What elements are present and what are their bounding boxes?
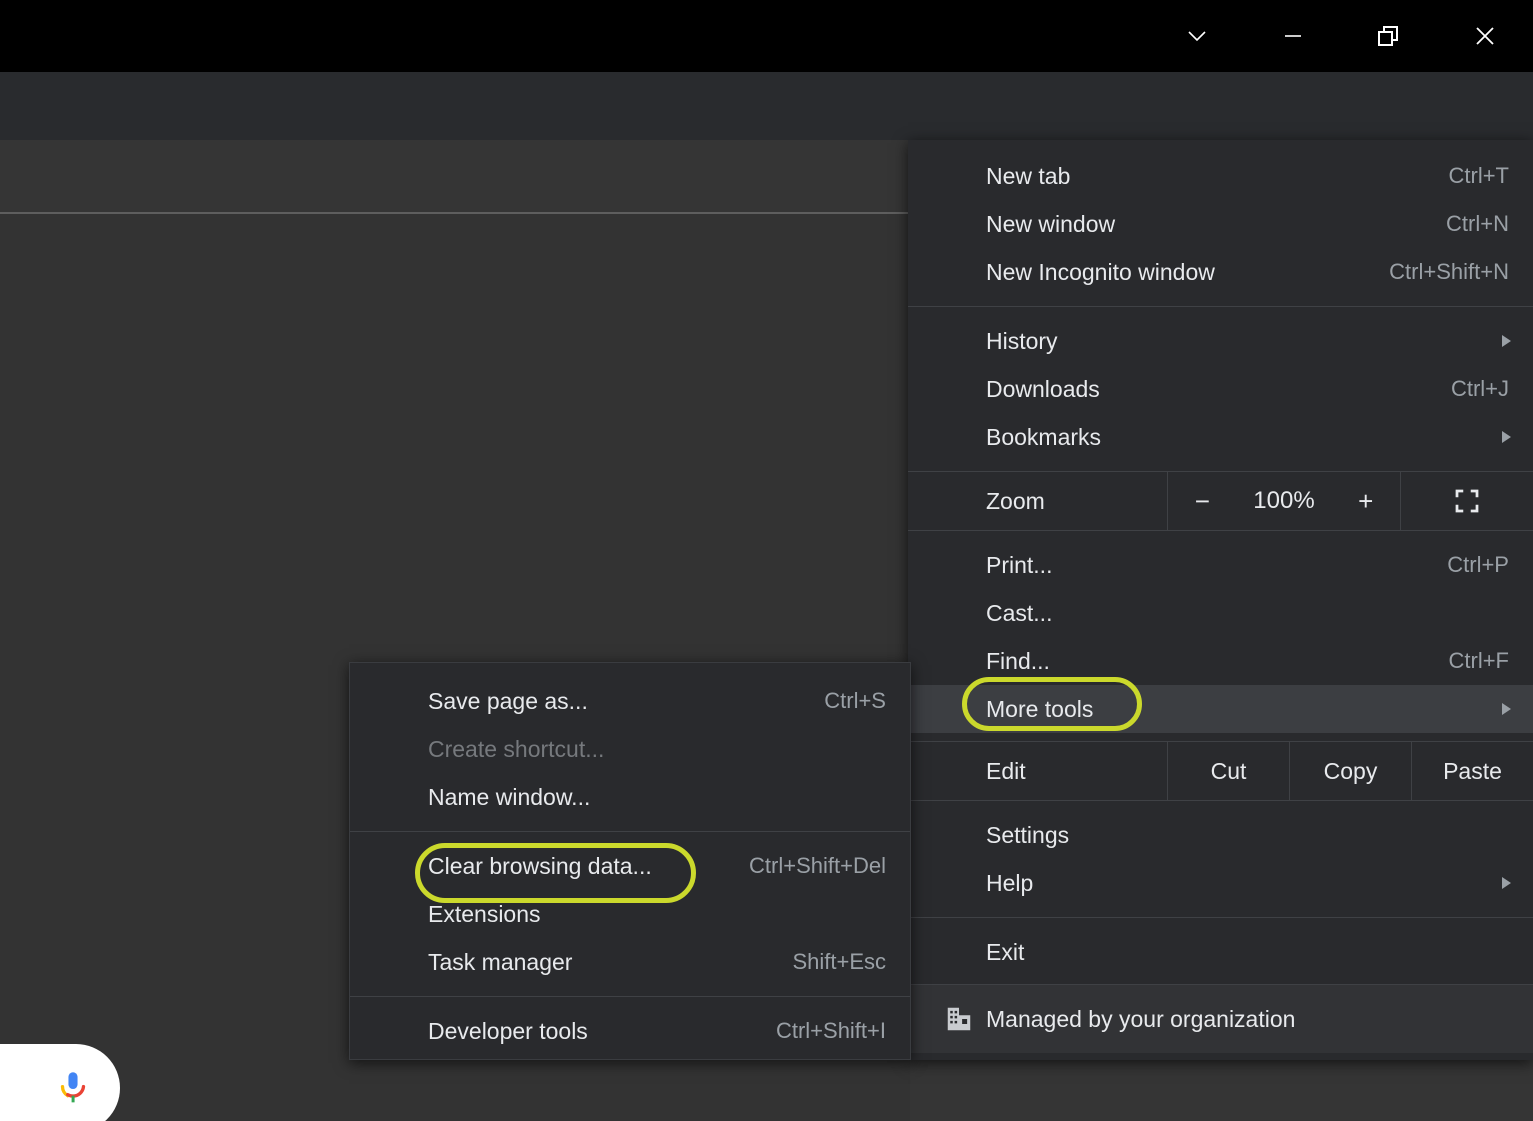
- menu-separator: [350, 996, 910, 997]
- menu-accel: Ctrl+F: [1448, 648, 1510, 673]
- edit-label: Edit: [908, 742, 1168, 800]
- chevron-right-icon: [1502, 703, 1511, 715]
- menu-separator: [350, 831, 910, 832]
- menu-item-help[interactable]: Help: [908, 859, 1533, 907]
- menu-label: Developer tools: [428, 1017, 588, 1044]
- menu-label: More tools: [986, 695, 1094, 722]
- edit-paste-button[interactable]: Paste: [1412, 742, 1533, 800]
- more-tools-submenu: Save page as... Ctrl+S Create shortcut..…: [349, 662, 911, 1060]
- menu-label: New tab: [986, 162, 1071, 189]
- voice-search-button[interactable]: [0, 1044, 120, 1121]
- menu-accel: Ctrl+T: [1448, 163, 1510, 188]
- menu-accel: Ctrl+N: [1446, 211, 1509, 236]
- menu-label: Name window...: [428, 783, 591, 810]
- menu-row-zoom: Zoom − 100% +: [908, 471, 1533, 531]
- menu-accel: Ctrl+Shift+N: [1389, 259, 1509, 284]
- menu-label: Exit: [986, 938, 1025, 965]
- submenu-item-create-shortcut: Create shortcut...: [350, 725, 910, 773]
- menu-label: Cast...: [986, 599, 1053, 626]
- restore-icon[interactable]: [1341, 0, 1437, 72]
- browser-toolbar: [0, 72, 1533, 204]
- menu-label: Save page as...: [428, 687, 588, 714]
- menu-label: Print...: [986, 551, 1053, 578]
- menu-label: Clear browsing data...: [428, 852, 652, 879]
- organization-building-icon: [932, 1004, 986, 1034]
- menu-label: Settings: [986, 821, 1070, 848]
- menu-item-downloads[interactable]: Downloads Ctrl+J: [908, 365, 1533, 413]
- window-titlebar: [0, 0, 1533, 72]
- submenu-item-name-window[interactable]: Name window...: [350, 773, 910, 821]
- chrome-main-menu: New tab Ctrl+T New window Ctrl+N New Inc…: [908, 140, 1533, 1060]
- menu-accel: Shift+Esc: [792, 949, 886, 974]
- menu-label: History: [986, 327, 1058, 354]
- menu-item-bookmarks[interactable]: Bookmarks: [908, 413, 1533, 461]
- zoom-label: Zoom: [908, 472, 1168, 530]
- menu-item-new-window[interactable]: New window Ctrl+N: [908, 200, 1533, 248]
- minimize-icon[interactable]: [1245, 0, 1341, 72]
- menu-label: Extensions: [428, 900, 541, 927]
- menu-separator: [908, 306, 1533, 307]
- edit-cut-button[interactable]: Cut: [1168, 742, 1290, 800]
- chevron-right-icon: [1502, 877, 1511, 889]
- menu-row-edit: Edit Cut Copy Paste: [908, 741, 1533, 801]
- menu-item-new-incognito-window[interactable]: New Incognito window Ctrl+Shift+N: [908, 248, 1533, 296]
- menu-label: New Incognito window: [986, 258, 1215, 285]
- chevron-down-icon[interactable]: [1149, 0, 1245, 72]
- menu-label: Downloads: [986, 375, 1100, 402]
- chevron-right-icon: [1502, 431, 1511, 443]
- zoom-out-button[interactable]: −: [1187, 486, 1217, 517]
- menu-accel: Ctrl+S: [824, 688, 886, 713]
- menu-label: Create shortcut...: [428, 735, 605, 762]
- menu-item-managed-by-organization[interactable]: Managed by your organization: [908, 984, 1533, 1053]
- menu-item-more-tools[interactable]: More tools: [908, 685, 1533, 733]
- window-controls: [1149, 0, 1533, 72]
- menu-item-exit[interactable]: Exit: [908, 928, 1533, 976]
- menu-item-new-tab[interactable]: New tab Ctrl+T: [908, 152, 1533, 200]
- menu-item-find[interactable]: Find... Ctrl+F: [908, 637, 1533, 685]
- submenu-item-task-manager[interactable]: Task manager Shift+Esc: [350, 938, 910, 986]
- submenu-item-clear-browsing-data[interactable]: Clear browsing data... Ctrl+Shift+Del: [350, 842, 910, 890]
- menu-accel: Ctrl+J: [1450, 376, 1509, 401]
- menu-separator: [908, 917, 1533, 918]
- submenu-item-developer-tools[interactable]: Developer tools Ctrl+Shift+I: [350, 1007, 910, 1055]
- zoom-in-button[interactable]: +: [1351, 486, 1381, 517]
- menu-label: Task manager: [428, 948, 573, 975]
- submenu-item-save-page-as[interactable]: Save page as... Ctrl+S: [350, 677, 910, 725]
- menu-label: Bookmarks: [986, 423, 1102, 450]
- zoom-level-value: 100%: [1253, 487, 1315, 514]
- fullscreen-button[interactable]: [1401, 472, 1533, 530]
- menu-label: Managed by your organization: [986, 1005, 1296, 1032]
- menu-accel: Ctrl+Shift+Del: [749, 853, 886, 878]
- submenu-item-extensions[interactable]: Extensions: [350, 890, 910, 938]
- chevron-right-icon: [1502, 335, 1511, 347]
- menu-accel: Ctrl+Shift+I: [775, 1018, 886, 1043]
- edit-copy-button[interactable]: Copy: [1290, 742, 1412, 800]
- zoom-controls: − 100% +: [1168, 472, 1401, 530]
- menu-item-history[interactable]: History: [908, 317, 1533, 365]
- menu-item-print[interactable]: Print... Ctrl+P: [908, 541, 1533, 589]
- page-header-area: [0, 140, 910, 214]
- menu-item-settings[interactable]: Settings: [908, 811, 1533, 859]
- menu-accel: Ctrl+P: [1447, 552, 1509, 577]
- fullscreen-icon: [1455, 489, 1479, 513]
- menu-item-cast[interactable]: Cast...: [908, 589, 1533, 637]
- browser-window: New tab Ctrl+T New window Ctrl+N New Inc…: [0, 0, 1533, 1121]
- menu-label: Find...: [986, 647, 1050, 674]
- close-icon[interactable]: [1437, 0, 1533, 72]
- menu-label: Help: [986, 869, 1034, 896]
- menu-label: New window: [986, 210, 1116, 237]
- microphone-icon: [60, 1072, 86, 1103]
